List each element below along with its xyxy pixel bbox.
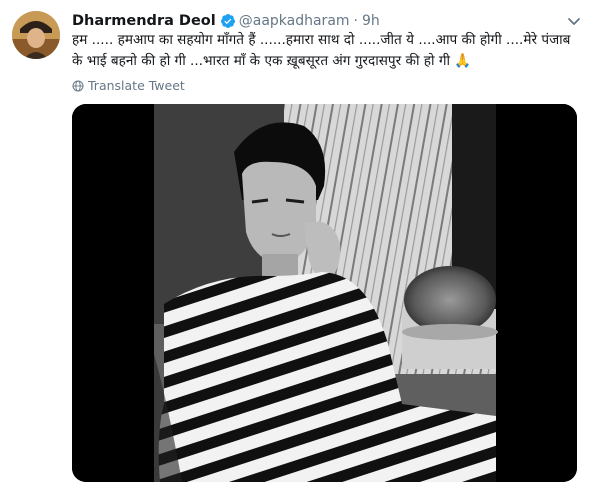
tweet-text: हम ..... हमआप का सहयोग माँगते हैं ......… (72, 32, 571, 69)
separator-dot: · (353, 13, 358, 29)
translate-tweet-link[interactable]: Translate Tweet (72, 78, 185, 93)
translate-tweet-label: Translate Tweet (88, 78, 185, 93)
avatar-image (12, 11, 60, 59)
display-name[interactable]: Dharmendra Deol (72, 13, 216, 29)
tweet-photo[interactable] (72, 104, 577, 482)
handle[interactable]: @aapkadharam (239, 13, 350, 29)
photo-image (72, 104, 577, 482)
tweet[interactable]: Dharmendra Deol @aapkadharam · 9h हम ...… (0, 0, 592, 486)
avatar[interactable] (12, 11, 60, 59)
tweet-header: Dharmendra Deol @aapkadharam · 9h (72, 11, 562, 31)
timestamp[interactable]: 9h (362, 13, 380, 29)
chevron-down-icon[interactable] (566, 13, 582, 29)
verified-badge-icon (220, 13, 236, 29)
globe-icon (72, 80, 84, 92)
